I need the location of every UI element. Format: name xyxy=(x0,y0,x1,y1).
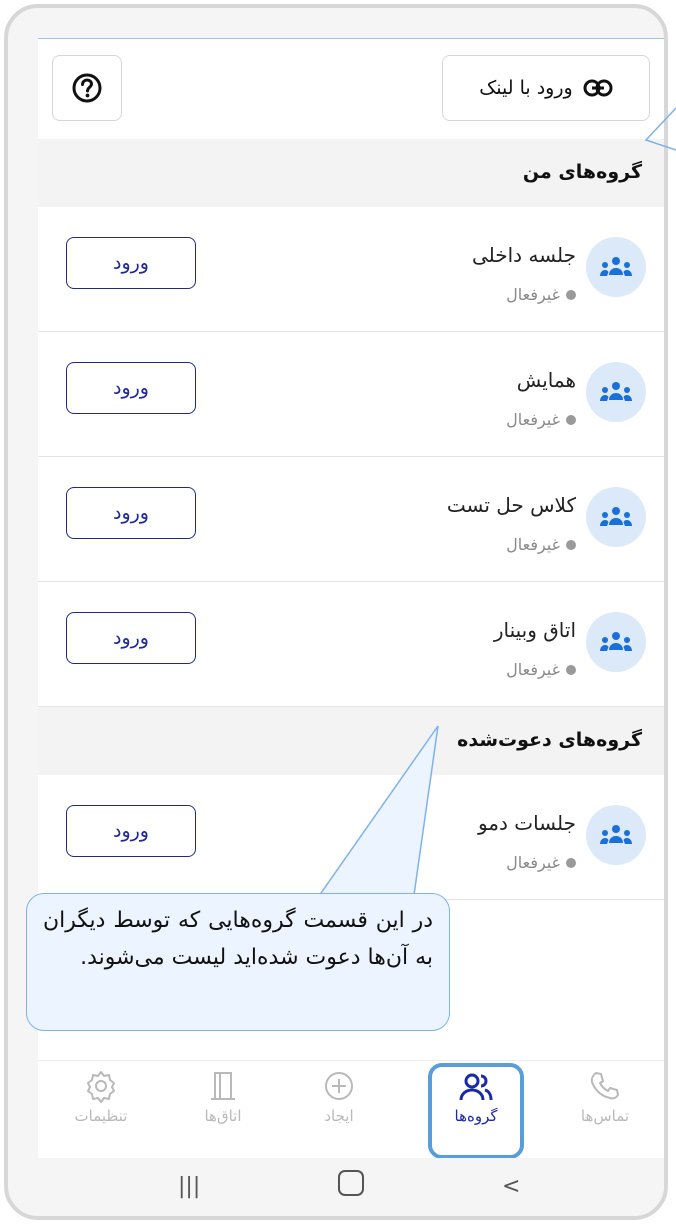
group-title: جلسه داخلی xyxy=(471,243,576,267)
link-icon xyxy=(583,79,613,97)
users-icon xyxy=(459,1073,493,1101)
group-status: غیرفعال xyxy=(506,853,576,872)
group-status: غیرفعال xyxy=(506,660,576,679)
nav-contacts-label: تماس‌ها xyxy=(580,1107,630,1125)
gear-icon xyxy=(87,1071,115,1103)
enter-button[interactable]: ورود xyxy=(66,612,196,664)
invited-groups-title: گروه‌های دعوت‌شده xyxy=(457,729,642,751)
group-icon xyxy=(600,382,632,401)
plus-circle-icon xyxy=(325,1072,353,1100)
group-title: اتاق وبینار xyxy=(493,618,576,642)
status-dot xyxy=(566,539,576,550)
help-circle-icon xyxy=(72,73,102,103)
group-title: همایش xyxy=(516,368,576,392)
group-icon xyxy=(600,507,632,526)
tooltip-box: در این قسمت گروه‌هایی که توسط دیگران به … xyxy=(26,893,450,1031)
nav-create-label: ایجاد xyxy=(324,1107,354,1125)
home-icon[interactable] xyxy=(338,1170,364,1196)
group-avatar xyxy=(586,805,646,865)
invited-groups-header: گروه‌های دعوت‌شده xyxy=(38,707,664,775)
nav-groups[interactable]: گروه‌ها xyxy=(428,1063,524,1158)
back-icon[interactable]: < xyxy=(502,1174,520,1199)
status-dot xyxy=(566,289,576,300)
group-icon xyxy=(600,825,632,844)
group-title: جلسات دمو xyxy=(477,811,576,835)
group-status: غیرفعال xyxy=(506,535,576,554)
door-icon xyxy=(211,1072,235,1100)
group-row[interactable]: جلسات دمو غیرفعال ورود xyxy=(38,775,664,900)
status-dot xyxy=(566,664,576,675)
enter-button[interactable]: ورود xyxy=(66,805,196,857)
status-text: غیرفعال xyxy=(506,853,560,872)
status-dot xyxy=(566,414,576,425)
recent-apps-icon[interactable]: ||| xyxy=(178,1174,200,1199)
group-icon xyxy=(600,632,632,651)
nav-groups-label: گروه‌ها xyxy=(454,1107,498,1125)
nav-settings-label: تنظیمات xyxy=(74,1107,128,1125)
status-text: غیرفعال xyxy=(506,535,560,554)
my-groups-header: گروه‌های من xyxy=(38,139,664,207)
status-text: غیرفعال xyxy=(506,285,560,304)
phone-icon xyxy=(590,1072,619,1100)
status-dot xyxy=(566,857,576,868)
phone-frame: ورود با لینک گروه‌های من جلسه داخلی غیرف… xyxy=(4,4,668,1220)
bottom-nav: تنظیمات اتاق‌ها ایجاد xyxy=(38,1060,664,1158)
group-status: غیرفعال xyxy=(506,410,576,429)
group-row[interactable]: جلسه داخلی غیرفعال ورود xyxy=(38,207,664,332)
status-text: غیرفعال xyxy=(506,410,560,429)
group-row[interactable]: کلاس حل تست غیرفعال ورود xyxy=(38,457,664,582)
group-row[interactable]: اتاق وبینار غیرفعال ورود xyxy=(38,582,664,707)
group-status: غیرفعال xyxy=(506,285,576,304)
top-bar: ورود با لینک xyxy=(38,38,664,140)
system-nav-bar: ||| < xyxy=(38,1158,664,1216)
nav-contacts[interactable]: تماس‌ها xyxy=(550,1069,660,1153)
enter-button[interactable]: ورود xyxy=(66,487,196,539)
my-groups-title: گروه‌های من xyxy=(522,161,642,183)
group-avatar xyxy=(586,237,646,297)
enter-button[interactable]: ورود xyxy=(66,237,196,289)
help-button[interactable] xyxy=(52,55,122,121)
join-by-link-button[interactable]: ورود با لینک xyxy=(442,55,650,121)
status-text: غیرفعال xyxy=(506,660,560,679)
group-icon xyxy=(600,257,632,276)
join-by-link-label: ورود با لینک xyxy=(479,77,573,99)
group-title: کلاس حل تست xyxy=(446,493,576,517)
group-avatar xyxy=(586,362,646,422)
group-avatar xyxy=(586,487,646,547)
group-row[interactable]: همایش غیرفعال ورود xyxy=(38,332,664,457)
nav-rooms-label: اتاق‌ها xyxy=(204,1107,242,1125)
nav-create[interactable]: ایجاد xyxy=(284,1069,394,1153)
nav-rooms[interactable]: اتاق‌ها xyxy=(168,1069,278,1153)
enter-button[interactable]: ورود xyxy=(66,362,196,414)
nav-settings[interactable]: تنظیمات xyxy=(46,1069,156,1153)
group-avatar xyxy=(586,612,646,672)
